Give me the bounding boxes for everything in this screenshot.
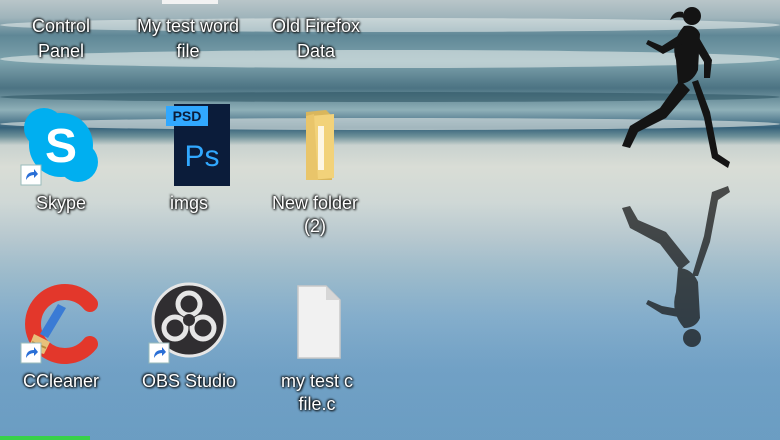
desktop-icon-new-folder[interactable]: New folder (2)	[256, 104, 374, 236]
icon-label: file	[176, 41, 200, 61]
icon-label: Old Firefox	[271, 16, 361, 36]
skype-icon: S	[20, 104, 102, 186]
shortcut-arrow-icon	[20, 342, 42, 364]
icon-label: my test c file.c	[280, 371, 353, 414]
blank-file-icon	[276, 282, 358, 364]
desktop-icon-skype[interactable]: S Skype	[2, 104, 120, 234]
icon-label: Control	[31, 16, 91, 36]
partial-icon-edge	[162, 0, 218, 4]
icon-label: imgs	[169, 193, 208, 213]
icon-label: Skype	[35, 193, 87, 213]
taskbar-accent-edge	[0, 436, 90, 440]
icon-label: Data	[296, 41, 336, 61]
obs-icon	[148, 282, 230, 364]
desktop-icon-word-file[interactable]: My test word file	[124, 14, 252, 64]
runner-silhouette	[622, 7, 730, 347]
desktop-icon-old-firefox-data[interactable]: Old Firefox Data	[252, 14, 380, 64]
icon-label: My test word	[136, 16, 240, 36]
icon-label: New folder (2)	[271, 193, 359, 236]
icon-label: OBS Studio	[141, 371, 237, 391]
icon-label: CCleaner	[22, 371, 100, 391]
desktop-icon-c-file[interactable]: my test c file.c	[258, 282, 376, 414]
svg-text:S: S	[45, 120, 77, 173]
desktop-icon-control-panel[interactable]: Control Panel	[0, 14, 125, 64]
shortcut-arrow-icon	[20, 164, 42, 186]
shortcut-arrow-icon	[148, 342, 170, 364]
desktop-icon-ccleaner[interactable]: CCleaner	[2, 282, 120, 412]
ps-glyph: Ps	[184, 140, 219, 173]
photoshop-psd-icon: PSD Ps	[148, 104, 232, 186]
folder-icon	[274, 104, 356, 186]
ccleaner-icon	[20, 282, 102, 364]
icon-label: Panel	[37, 41, 85, 61]
desktop-icon-obs-studio[interactable]: OBS Studio	[130, 282, 248, 412]
psd-badge: PSD	[173, 108, 202, 124]
desktop-icon-imgs[interactable]: PSD Ps imgs	[130, 104, 248, 234]
